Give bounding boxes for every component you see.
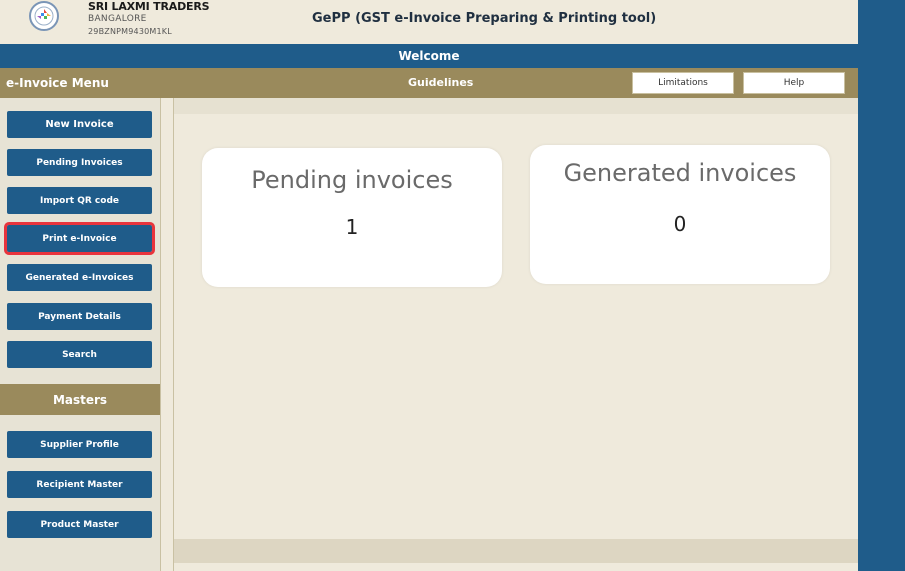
product-master-button[interactable]: Product Master bbox=[7, 511, 152, 538]
print-e-invoice-button[interactable]: Print e-Invoice bbox=[4, 222, 155, 255]
pending-invoices-count: 1 bbox=[345, 215, 359, 239]
main-top-strip bbox=[174, 98, 858, 114]
sidebar: New Invoice Pending Invoices Import QR c… bbox=[0, 98, 160, 571]
masters-heading: Masters bbox=[0, 384, 160, 415]
menu-title: e-Invoice Menu bbox=[6, 76, 109, 90]
generated-invoices-card[interactable]: Generated invoices 0 bbox=[530, 145, 830, 284]
search-button[interactable]: Search bbox=[7, 341, 152, 368]
menu-bar: e-Invoice Menu Guidelines Limitations He… bbox=[0, 68, 858, 98]
guidelines-link[interactable]: Guidelines bbox=[408, 76, 473, 89]
new-invoice-button[interactable]: New Invoice bbox=[7, 111, 152, 138]
main-bottom-strip bbox=[174, 539, 858, 563]
generated-e-invoices-button[interactable]: Generated e-Invoices bbox=[7, 264, 152, 291]
recipient-master-button[interactable]: Recipient Master bbox=[7, 471, 152, 498]
app-window: SRI LAXMI TRADERS BANGALORE 29BZNPM9430M… bbox=[0, 0, 858, 571]
company-logo bbox=[29, 1, 59, 31]
generated-invoices-title: Generated invoices bbox=[563, 159, 797, 187]
payment-details-button[interactable]: Payment Details bbox=[7, 303, 152, 330]
pending-invoices-card[interactable]: Pending invoices 1 bbox=[202, 148, 502, 287]
masters-heading-label: Masters bbox=[52, 392, 108, 407]
generated-invoices-count: 0 bbox=[673, 212, 687, 236]
main-panel: Pending invoices 1 Generated invoices 0 bbox=[174, 98, 858, 571]
sidebar-divider bbox=[160, 98, 174, 571]
pending-invoices-button[interactable]: Pending Invoices bbox=[7, 149, 152, 176]
limitations-button[interactable]: Limitations bbox=[632, 72, 734, 94]
supplier-profile-button[interactable]: Supplier Profile bbox=[7, 431, 152, 458]
company-logo-icon bbox=[34, 6, 54, 26]
welcome-text: Welcome bbox=[398, 49, 460, 63]
import-qr-code-button[interactable]: Import QR code bbox=[7, 187, 152, 214]
pending-invoices-title: Pending invoices bbox=[251, 166, 453, 194]
company-city: BANGALORE bbox=[88, 14, 147, 24]
welcome-bar: Welcome bbox=[0, 44, 858, 68]
company-gstin: 29BZNPM9430M1KL bbox=[88, 27, 172, 36]
app-title: GePP (GST e-Invoice Preparing & Printing… bbox=[312, 11, 657, 26]
help-button[interactable]: Help bbox=[743, 72, 845, 94]
header: SRI LAXMI TRADERS BANGALORE 29BZNPM9430M… bbox=[0, 0, 858, 44]
company-name: SRI LAXMI TRADERS bbox=[88, 0, 210, 13]
